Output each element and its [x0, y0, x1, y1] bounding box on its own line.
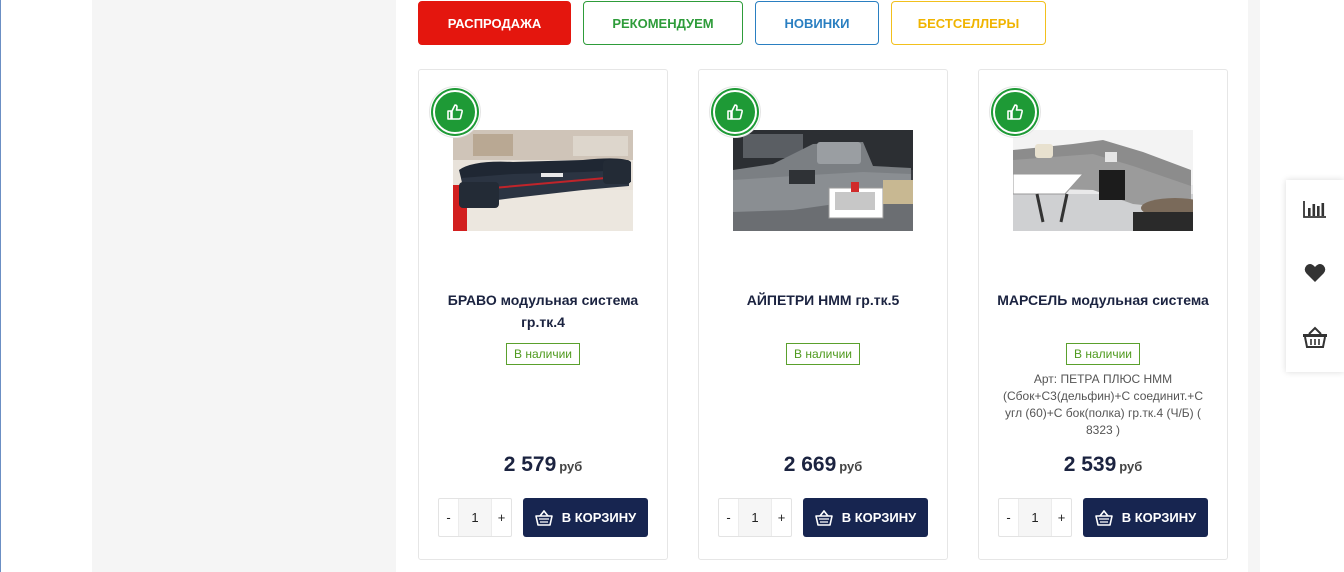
recommended-badge [709, 86, 761, 138]
favorites-button[interactable] [1286, 244, 1344, 302]
recommended-badge [989, 86, 1041, 138]
compare-button[interactable] [1286, 180, 1344, 238]
stock-status: В наличии [505, 343, 581, 365]
left-sidebar [92, 0, 396, 572]
qty-decrease-button[interactable]: - [719, 499, 738, 536]
qty-input[interactable]: 1 [458, 499, 492, 536]
stock-status: В наличии [785, 343, 861, 365]
tab-recommended[interactable]: РЕКОМЕНДУЕМ [583, 1, 743, 45]
qty-increase-button[interactable]: + [772, 499, 791, 536]
basket-icon [534, 509, 553, 526]
compare-chart-icon [1303, 201, 1326, 218]
quantity-stepper: - 1 + [998, 498, 1072, 537]
thumbs-up-icon [727, 104, 743, 120]
product-article: Арт: ПЕТРА ПЛЮС НММ (Сбок+С3(дельфин)+С … [1003, 372, 1203, 437]
price-value: 2 579 [503, 453, 557, 476]
floating-side-widget [1286, 180, 1344, 372]
qty-decrease-button[interactable]: - [439, 499, 458, 536]
price-currency: руб [559, 459, 583, 474]
product-image[interactable] [733, 130, 913, 231]
product-image[interactable] [1013, 130, 1193, 231]
add-to-cart-button[interactable]: В КОРЗИНУ [523, 498, 648, 537]
tab-sale[interactable]: РАСПРОДАЖА [418, 1, 571, 45]
product-card: АЙПЕТРИ НММ гр.тк.5 В наличии 2 669 руб -… [698, 69, 948, 560]
thumbs-up-icon [447, 104, 463, 120]
product-price: 2 539 руб [979, 453, 1227, 477]
product-title[interactable]: БРАВО модульная система гр.тк.4 [429, 289, 657, 333]
add-to-cart-label: В КОРЗИНУ [841, 510, 917, 525]
price-value: 2 669 [783, 453, 837, 476]
price-value: 2 539 [1063, 453, 1117, 476]
product-title[interactable]: МАРСЕЛЬ модульная система [989, 289, 1217, 311]
product-card: БРАВО модульная система гр.тк.4 В наличи… [418, 69, 668, 560]
price-currency: руб [1119, 459, 1143, 474]
qty-input[interactable]: 1 [738, 499, 772, 536]
add-to-cart-label: В КОРЗИНУ [561, 510, 637, 525]
recommended-badge [429, 86, 481, 138]
product-price: 2 579 руб [419, 453, 667, 477]
add-to-cart-button[interactable]: В КОРЗИНУ [803, 498, 928, 537]
cart-button[interactable] [1286, 308, 1344, 366]
add-to-cart-label: В КОРЗИНУ [1121, 510, 1197, 525]
tab-bestsellers[interactable]: БЕСТСЕЛЛЕРЫ [891, 1, 1046, 45]
basket-icon [1303, 326, 1327, 348]
qty-decrease-button[interactable]: - [999, 499, 1018, 536]
right-gutter [1248, 0, 1260, 572]
stock-status: В наличии [1065, 343, 1141, 365]
add-to-cart-button[interactable]: В КОРЗИНУ [1083, 498, 1208, 537]
qty-increase-button[interactable]: + [492, 499, 511, 536]
quantity-stepper: - 1 + [718, 498, 792, 537]
quantity-stepper: - 1 + [438, 498, 512, 537]
product-card: МАРСЕЛЬ модульная система В наличии Арт:… [978, 69, 1228, 560]
qty-increase-button[interactable]: + [1052, 499, 1071, 536]
product-section: РАСПРОДАЖА РЕКОМЕНДУЕМ НОВИНКИ БЕСТСЕЛЛЕ… [396, 0, 1248, 572]
heart-icon [1304, 264, 1326, 282]
price-currency: руб [839, 459, 863, 474]
tab-new[interactable]: НОВИНКИ [755, 1, 879, 45]
basket-icon [814, 509, 833, 526]
product-price: 2 669 руб [699, 453, 947, 477]
left-gutter [0, 0, 92, 572]
product-title[interactable]: АЙПЕТРИ НММ гр.тк.5 [709, 289, 937, 311]
basket-icon [1094, 509, 1113, 526]
qty-input[interactable]: 1 [1018, 499, 1052, 536]
thumbs-up-icon [1007, 104, 1023, 120]
product-image[interactable] [453, 130, 633, 231]
